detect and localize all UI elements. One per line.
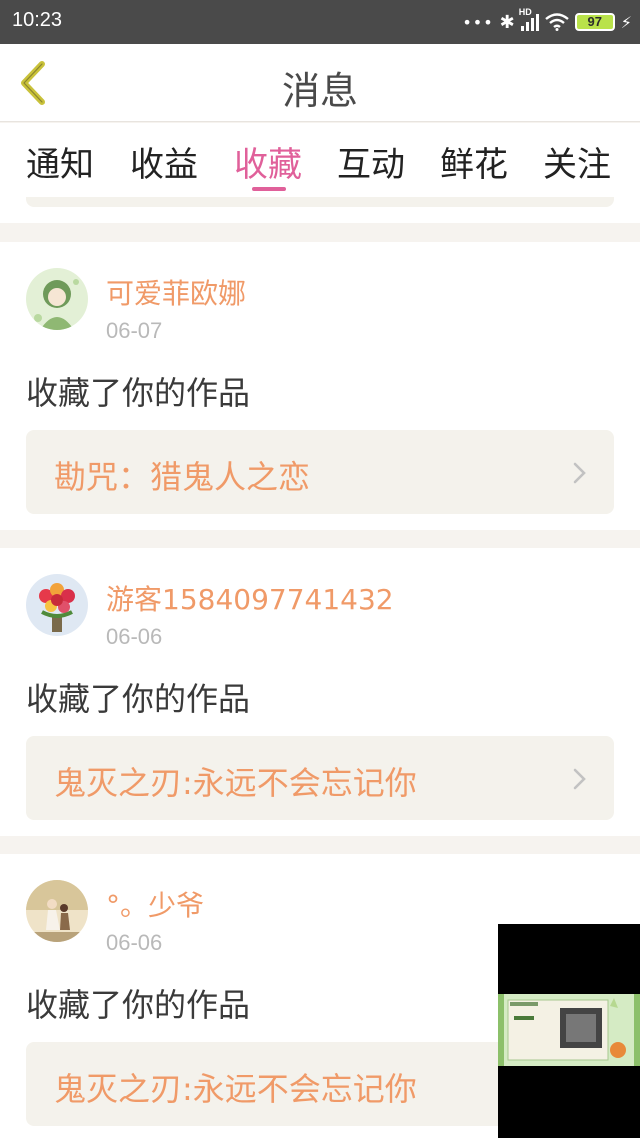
status-icons: ••• ✱ HD 97 ⚡ — [462, 7, 632, 34]
video-thumbnail — [498, 994, 640, 1066]
work-title: 鬼灭之刃:永远不会忘记你 — [54, 1070, 417, 1108]
previous-message-card — [0, 197, 640, 223]
action-text: 收藏了你的作品 — [26, 680, 251, 718]
app-header: 消息 — [0, 44, 640, 122]
work-title: 鬼灭之刃:永远不会忘记你 — [54, 764, 417, 802]
charging-icon: ⚡ — [620, 12, 632, 32]
status-time: 10:23 — [12, 9, 63, 31]
previous-work-link[interactable] — [26, 197, 614, 207]
work-link[interactable]: 鬼灭之刃:永远不会忘记你 — [26, 736, 614, 820]
message-card: 可爱菲欧娜 06-07 收藏了你的作品 勘咒：猎鬼人之恋 — [0, 242, 640, 530]
floating-video-window[interactable] — [498, 924, 640, 1138]
username[interactable]: 可爱菲欧娜 — [106, 272, 246, 312]
tab-notifications[interactable]: 通知 — [26, 137, 94, 186]
work-title: 勘咒：猎鬼人之恋 — [54, 458, 311, 496]
status-bar: 10:23 ••• ✱ HD 97 ⚡ — [0, 0, 640, 44]
message-date: 06-06 — [106, 624, 163, 649]
wifi-icon — [545, 13, 569, 31]
username[interactable]: °。少爷 — [106, 884, 204, 924]
tab-bar: 通知 收益 收藏 互动 鲜花 关注 — [0, 123, 640, 197]
avatar[interactable] — [26, 574, 88, 636]
tab-following[interactable]: 关注 — [543, 137, 611, 186]
work-link[interactable]: 勘咒：猎鬼人之恋 — [26, 430, 614, 514]
signal-icon: HD — [519, 7, 539, 31]
username[interactable]: 游客1584097741432 — [106, 578, 394, 618]
message-card: 游客1584097741432 06-06 收藏了你的作品 鬼灭之刃:永远不会忘… — [0, 548, 640, 836]
avatar[interactable] — [26, 268, 88, 330]
battery-icon: 97 — [574, 13, 615, 31]
chevron-right-icon — [573, 768, 586, 790]
message-date: 06-07 — [106, 318, 163, 343]
tab-favorites[interactable]: 收藏 — [234, 137, 302, 186]
chevron-right-icon — [573, 462, 586, 484]
bluetooth-icon: ✱ — [499, 11, 515, 33]
notification-dots-icon: ••• — [462, 12, 494, 32]
avatar[interactable] — [26, 880, 88, 942]
message-date: 06-06 — [106, 930, 163, 955]
tab-interactions[interactable]: 互动 — [337, 137, 405, 186]
action-text: 收藏了你的作品 — [26, 986, 251, 1024]
action-text: 收藏了你的作品 — [26, 374, 251, 412]
tab-earnings[interactable]: 收益 — [130, 137, 198, 186]
page-title: 消息 — [281, 69, 358, 113]
tab-flowers[interactable]: 鲜花 — [440, 137, 508, 186]
active-tab-indicator — [252, 187, 286, 191]
network-type-label: HD — [518, 7, 532, 17]
